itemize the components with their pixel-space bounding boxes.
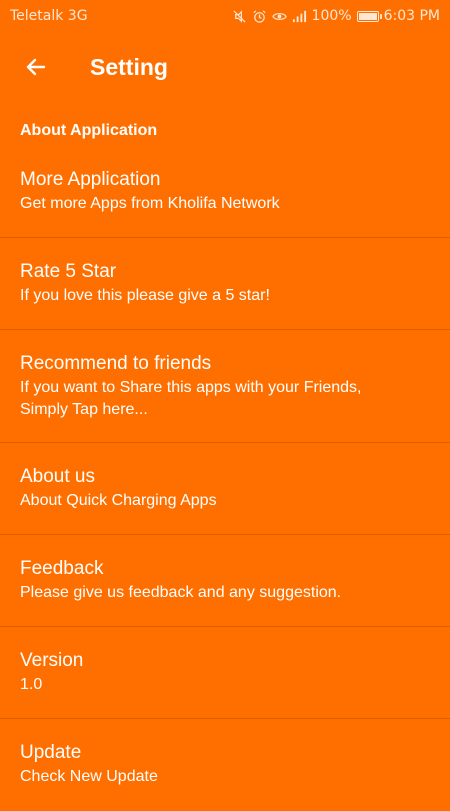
app-bar: Setting	[0, 32, 450, 102]
item-subtitle: Get more Apps from Kholifa Network	[20, 195, 280, 212]
battery-icon	[356, 10, 382, 22]
item-title: Feedback	[20, 558, 104, 579]
item-title: Recommend to friends	[20, 353, 212, 374]
arrow-left-icon	[26, 58, 46, 76]
status-icons: 100% 6:03 PM	[232, 8, 440, 24]
item-subtitle: About Quick Charging Apps	[20, 492, 217, 509]
battery-percent: 100%	[311, 8, 352, 24]
signal-icon	[292, 10, 306, 22]
status-bar: Teletalk 3G 100% 6:03 PM	[0, 0, 450, 32]
item-subtitle: If you love this please give a 5 star!	[20, 287, 270, 304]
battery-level	[358, 12, 377, 20]
item-subtitle-line2: Simply Tap here...	[20, 401, 148, 418]
page-title: Setting	[90, 53, 168, 80]
item-subtitle-line1: If you want to Share this apps with your…	[20, 379, 362, 396]
alarm-icon	[252, 9, 266, 23]
item-title: Rate 5 Star	[20, 261, 117, 282]
section-header: About Application	[20, 122, 158, 139]
item-title: Version	[20, 650, 84, 671]
item-subtitle: 1.0	[20, 676, 43, 693]
mute-icon	[232, 9, 246, 23]
list-item-feedback[interactable]: Feedback Please give us feedback and any…	[0, 535, 450, 627]
list-item-about-us[interactable]: About us About Quick Charging Apps	[0, 443, 450, 535]
clock: 6:03 PM	[383, 8, 440, 24]
list-item-recommend[interactable]: Recommend to friends If you want to Shar…	[0, 330, 450, 443]
item-title: About us	[20, 466, 95, 487]
item-subtitle: Check New Update	[20, 768, 158, 785]
settings-list: More Application Get more Apps from Khol…	[0, 146, 450, 811]
carrier-label: Teletalk 3G	[10, 8, 88, 24]
item-subtitle: Please give us feedback and any suggesti…	[20, 584, 342, 601]
item-title: More Application	[20, 169, 161, 190]
back-button[interactable]	[18, 49, 54, 85]
item-title: Update	[20, 742, 82, 763]
list-item-more-application[interactable]: More Application Get more Apps from Khol…	[0, 146, 450, 238]
list-item-rate-5-star[interactable]: Rate 5 Star If you love this please give…	[0, 238, 450, 330]
eye-icon	[271, 12, 287, 20]
list-item-version[interactable]: Version 1.0	[0, 627, 450, 719]
list-item-update[interactable]: Update Check New Update	[0, 719, 450, 811]
